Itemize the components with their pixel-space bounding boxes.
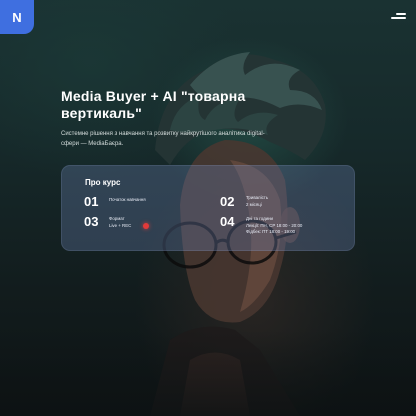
- hamburger-menu-icon[interactable]: [390, 11, 406, 23]
- live-indicator-dot: [143, 223, 149, 229]
- item-number-02: 02: [220, 194, 235, 209]
- hero-description: Системне рішення з навчання та розвитку …: [61, 130, 301, 149]
- logo-letter: N: [12, 9, 22, 25]
- item-number-04: 04: [220, 214, 235, 229]
- description-line-2: сфери — MediaБаєра.: [61, 140, 124, 147]
- title-line-2: вертикаль": [61, 105, 142, 121]
- brand-logo[interactable]: N: [0, 0, 34, 34]
- description-line-1: Системне рішення з навчання та розвитку …: [61, 131, 265, 137]
- item-label-start: Початок навчання: [109, 197, 146, 202]
- page-title: Media Buyer + AI "товарна вертикаль": [61, 88, 281, 122]
- title-line-1: Media Buyer + AI "товарна: [61, 88, 246, 104]
- item-number-01: 01: [84, 194, 99, 209]
- item-label-format: Формат Live + REC: [109, 216, 132, 228]
- item-label-duration: Тривалість 2 місяці: [246, 195, 269, 207]
- item-label-schedule: Дні та години Лекції: ПН, СР 18:00 - 20:…: [246, 216, 303, 234]
- course-card-heading: Про курс: [85, 178, 121, 187]
- course-info-card: Про курс 01 Початок навчання 02 Триваліс…: [61, 165, 355, 251]
- item-number-03: 03: [84, 214, 99, 229]
